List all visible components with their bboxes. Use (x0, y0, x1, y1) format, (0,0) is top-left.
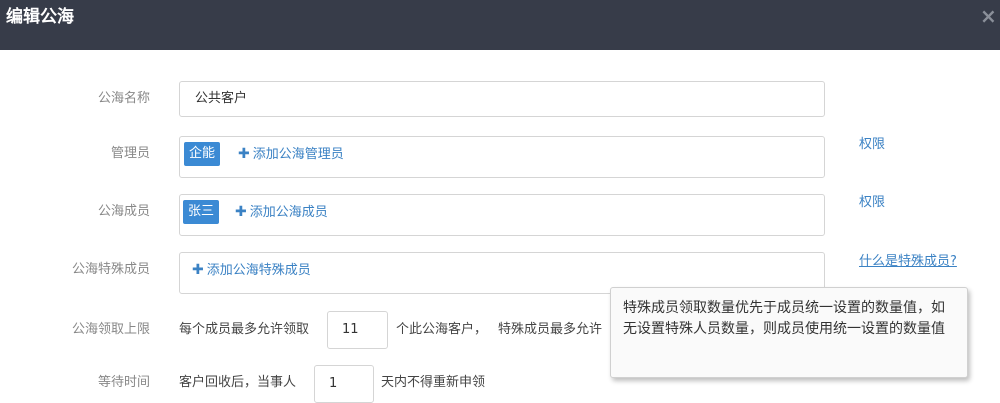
special-members-label: 公海特殊成员 (71, 262, 150, 277)
claim-limit-suffix: 个此公海客户， (396, 322, 488, 337)
add-special-member-label: 添加公海特殊成员 (206, 263, 311, 278)
add-member-button[interactable]: ✚ 添加公海成员 (235, 200, 328, 225)
add-member-label: 添加公海成员 (249, 205, 328, 220)
members-field[interactable]: 张三 ✚ 添加公海成员 (179, 194, 825, 236)
plus-icon: ✚ (238, 146, 250, 162)
admins-label: 管理员 (110, 146, 150, 161)
dialog-title: 编辑公海 (6, 7, 74, 27)
member-tag[interactable]: 张三 (183, 200, 220, 224)
add-special-member-button[interactable]: ✚ 添加公海特殊成员 (192, 258, 311, 283)
claim-limit-prefix: 每个成员最多允许领取 (179, 322, 310, 337)
members-permission-link[interactable]: 权限 (859, 194, 885, 212)
special-members-help-link[interactable]: 什么是特殊成员? (859, 253, 957, 271)
close-icon[interactable]: × (980, 4, 997, 28)
claim-limit-input[interactable]: 11 (327, 311, 388, 349)
wait-time-prefix: 客户回收后，当事人 (179, 375, 297, 390)
add-admin-button[interactable]: ✚ 添加公海管理员 (238, 142, 344, 167)
wait-time-input[interactable]: 1 (314, 365, 374, 403)
claim-limit-label: 公海领取上限 (71, 322, 150, 337)
dialog-header: 编辑公海 × (0, 0, 1000, 50)
add-admin-label: 添加公海管理员 (252, 147, 344, 162)
wait-time-suffix: 天内不得重新申领 (381, 375, 486, 390)
special-limit-prefix: 特殊成员最多允许 (498, 322, 603, 337)
admin-tag[interactable]: 企能 (184, 142, 221, 166)
name-input[interactable]: 公共客户 (179, 81, 825, 117)
admins-permission-link[interactable]: 权限 (859, 136, 885, 154)
members-label: 公海成员 (97, 204, 150, 219)
special-members-tooltip: 特殊成员领取数量优先于成员统一设置的数量值，如无设置特殊人员数量，则成员使用统一… (610, 287, 968, 378)
name-label: 公海名称 (97, 91, 150, 106)
wait-time-label: 等待时间 (97, 375, 150, 390)
plus-icon: ✚ (235, 204, 247, 220)
admins-field[interactable]: 企能 ✚ 添加公海管理员 (179, 136, 825, 178)
plus-icon: ✚ (192, 262, 204, 278)
